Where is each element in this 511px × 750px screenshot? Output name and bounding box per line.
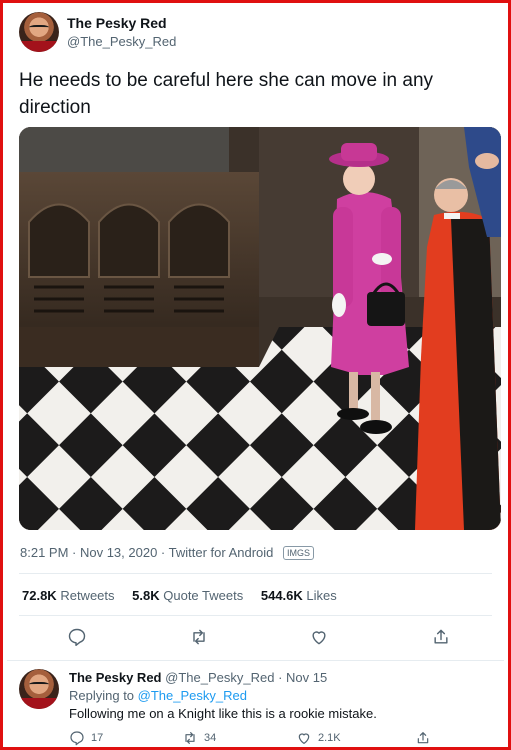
reply-reply-button[interactable]: 17 [69,730,103,746]
replying-to-handle[interactable]: @The_Pesky_Red [138,688,247,703]
reply-retweet-button[interactable]: 34 [182,730,216,746]
avatar-glasses [29,25,49,31]
reply-action-bar: 17 34 2.1K [3,730,511,748]
divider-mid [19,615,492,616]
tweet-stats: 72.8K Retweets 5.8K Quote Tweets 544.6K … [22,588,351,603]
replying-to-line: Replying to @The_Pesky_Red [69,688,247,703]
quotes-label: Quote Tweets [163,588,244,603]
reply-share-button[interactable] [415,730,431,746]
share-icon [434,629,448,644]
reply-icon [68,628,86,647]
reply-like-button[interactable]: 2.1K [296,730,341,746]
retweet-button[interactable] [189,627,211,649]
author-handle[interactable]: @The_Pesky_Red [67,34,176,49]
likes-count: 544.6K [260,588,303,603]
avatar-shirt [19,40,59,52]
replying-to-prefix: Replying to [69,688,135,703]
reply-avatar-glasses [29,682,49,688]
reply-author-handle[interactable]: @The_Pesky_Red [165,670,274,685]
reply-avatar-shirt [19,697,59,709]
imgs-badge: IMGS [283,546,315,560]
reply-text: Following me on a Knight like this is a … [69,706,377,721]
tweet-text: He needs to be careful here she can move… [19,70,434,118]
retweet-icon [193,629,205,645]
reply-date[interactable]: · Nov 15 [278,670,327,685]
tweet-meta: 8:21 PM · Nov 13, 2020 · Twitter for And… [20,545,315,560]
tweet-photo[interactable] [19,127,501,530]
retweets-count: 72.8K [22,588,57,603]
reply-icon [70,731,84,746]
action-bar [3,627,511,649]
like-icon [312,631,326,645]
reply-author-avatar[interactable] [19,669,59,709]
retweet-icon [185,732,195,744]
reply-retweet-count: 34 [204,732,217,744]
author-name[interactable]: The Pesky Red [67,15,167,31]
likes-label: Likes [306,588,337,603]
quotes-count: 5.8K [132,588,160,603]
likes-stat[interactable]: 544.6K Likes [261,588,337,603]
quotes-stat[interactable]: 5.8K Quote Tweets [132,588,243,603]
like-icon [298,733,310,744]
divider-top [19,573,492,574]
reply-header: The Pesky Red @The_Pesky_Red · Nov 15 [69,670,327,685]
photo-illustration [19,127,501,530]
author-avatar[interactable] [19,12,59,52]
reply-author-name[interactable]: The Pesky Red [69,670,162,685]
reply-button[interactable] [67,627,89,649]
share-icon [417,732,429,744]
divider-reply [7,660,504,661]
retweets-stat[interactable]: 72.8K Retweets [22,588,115,603]
like-button[interactable] [309,627,331,649]
reply-like-count: 2.1K [318,732,341,744]
tweet-timestamp[interactable]: 8:21 PM · Nov 13, 2020 · Twitter for And… [20,545,273,560]
share-button[interactable] [431,627,453,649]
retweets-label: Retweets [60,588,115,603]
reply-count: 17 [91,732,104,744]
screenshot-frame: The Pesky Red @The_Pesky_Red He needs to… [0,0,511,750]
